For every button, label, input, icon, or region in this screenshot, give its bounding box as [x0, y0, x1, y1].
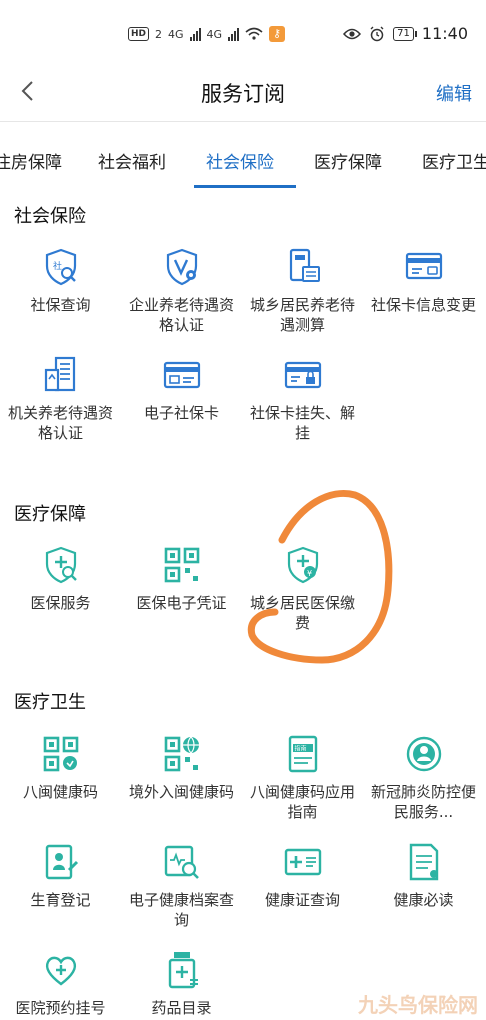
tile-label: 生育登记 — [30, 891, 91, 909]
nav-bar: 服务订阅 编辑 — [0, 70, 486, 122]
service-tile[interactable]: 电子健康档案查询 — [121, 842, 242, 930]
status-left: HD 2 4G 4G ⚷ — [128, 26, 286, 42]
network-label-1: 4G — [168, 27, 184, 41]
person-circle-icon — [406, 736, 441, 772]
svg-text:社: 社 — [53, 260, 62, 272]
card-icon — [163, 361, 200, 389]
section-title-social-insurance: 社会保险 — [14, 206, 86, 227]
tile-label: 企业养老待遇资格认证 — [128, 296, 234, 334]
service-tile[interactable]: 医保电子凭证 — [121, 545, 242, 613]
status-bar: HD 2 4G 4G ⚷ 71 11:40 — [0, 0, 486, 70]
tile-label: 健康必读 — [393, 891, 454, 909]
key-icon: ⚷ — [269, 26, 286, 42]
tab-social-insurance[interactable]: 社会保险 — [206, 148, 274, 173]
signal-icon-2 — [228, 27, 240, 41]
tile-label: 城乡居民养老待遇测算 — [249, 296, 355, 334]
service-tile[interactable]: 健康必读 — [363, 842, 484, 910]
tile-label: 机关养老待遇资格认证 — [7, 404, 113, 442]
tile-label: 药品目录 — [151, 999, 212, 1017]
building-icon — [44, 356, 75, 392]
shield-yen-icon: ¥ — [287, 546, 318, 584]
health-record-search-icon — [164, 845, 199, 879]
status-right: 71 11:40 — [343, 24, 468, 43]
service-tile[interactable]: 生育登记 — [0, 842, 121, 910]
tile-label: 社保查询 — [30, 296, 91, 314]
tab-welfare[interactable]: 社会福利 — [98, 148, 166, 173]
heart-hands-icon — [45, 956, 76, 986]
service-tile[interactable]: 机关养老待遇资格认证 — [0, 355, 121, 443]
service-tile[interactable]: 电子社保卡 — [121, 355, 242, 423]
svg-text:¥: ¥ — [307, 569, 312, 578]
svg-text:指南: 指南 — [294, 745, 306, 753]
tile-label: 社保卡信息变更 — [370, 296, 476, 314]
guide-book-icon: 指南 — [288, 735, 317, 773]
watermark: 九头鸟保险网 — [358, 993, 478, 1017]
globe-qr-icon — [164, 736, 199, 772]
section-title-medical-health: 医疗卫生 — [14, 692, 86, 713]
alarm-icon — [370, 26, 384, 41]
tile-label: 健康证查询 — [264, 891, 340, 909]
service-tile[interactable]: 医保服务 — [0, 545, 121, 613]
section-title-medical-security: 医疗保障 — [14, 504, 86, 525]
tile-label: 社保卡挂失、解挂 — [249, 404, 355, 442]
tab-housing[interactable]: 住房保障 — [0, 148, 62, 173]
service-tile[interactable]: 城乡居民养老待遇测算 — [242, 247, 363, 335]
birth-register-icon — [45, 844, 78, 880]
shield-v-icon — [166, 248, 197, 286]
card-lock-icon — [284, 361, 321, 389]
health-certificate-icon — [284, 848, 321, 876]
service-tile[interactable]: ¥ 城乡居民医保缴费 — [242, 545, 363, 633]
qr-code-icon — [164, 547, 199, 583]
wifi-icon — [245, 27, 263, 40]
service-tile[interactable]: 企业养老待遇资格认证 — [121, 247, 242, 335]
signal-icon — [189, 27, 201, 41]
service-tile[interactable]: 药品目录 — [121, 950, 242, 1018]
medicine-bottle-icon — [168, 952, 198, 989]
network-label-2: 4G — [206, 27, 223, 41]
service-tile[interactable]: 境外入闽健康码 — [121, 734, 242, 802]
tile-label: 电子健康档案查询 — [128, 891, 234, 929]
tab-medical-security[interactable]: 医疗保障 — [314, 148, 382, 173]
sim-number: 2 — [155, 27, 163, 41]
eye-icon — [343, 28, 362, 39]
active-tab-indicator — [194, 185, 296, 188]
tile-label: 医保服务 — [30, 594, 91, 612]
medical-shield-search-icon — [45, 546, 77, 584]
hd-badge: HD — [128, 27, 150, 41]
tab-medical-health[interactable]: 医疗卫生 — [422, 148, 486, 173]
service-tile[interactable]: 社 社保查询 — [0, 247, 121, 315]
tile-label: 八闽健康码 — [22, 783, 98, 801]
service-tile[interactable]: 健康证查询 — [242, 842, 363, 910]
tile-label: 八闽健康码应用指南 — [249, 783, 355, 821]
clock: 11:40 — [421, 24, 468, 43]
service-tile[interactable]: 指南 八闽健康码应用指南 — [242, 734, 363, 822]
tile-label: 医院预约挂号 — [15, 999, 106, 1017]
tile-label: 新冠肺炎防控便民服务... — [370, 783, 476, 821]
card-edit-icon — [405, 252, 442, 280]
battery-icon: 71 — [393, 26, 417, 41]
health-qr-icon — [43, 736, 78, 772]
service-tile[interactable]: 医院预约挂号 — [0, 950, 121, 1018]
calculator-icon — [289, 248, 320, 282]
service-tile[interactable]: 社保卡挂失、解挂 — [242, 355, 363, 443]
shield-search-icon: 社 — [45, 248, 76, 286]
tile-label: 电子社保卡 — [143, 404, 219, 422]
service-tile[interactable]: 新冠肺炎防控便民服务... — [363, 734, 484, 822]
document-icon — [409, 843, 438, 881]
service-tile[interactable]: 八闽健康码 — [0, 734, 121, 802]
page-title: 服务订阅 — [201, 82, 285, 106]
tile-label: 城乡居民医保缴费 — [249, 594, 355, 632]
tile-label: 医保电子凭证 — [136, 594, 227, 612]
tile-label: 境外入闽健康码 — [128, 783, 234, 801]
service-tile[interactable]: 社保卡信息变更 — [363, 247, 484, 315]
edit-button[interactable]: 编辑 — [436, 80, 472, 106]
